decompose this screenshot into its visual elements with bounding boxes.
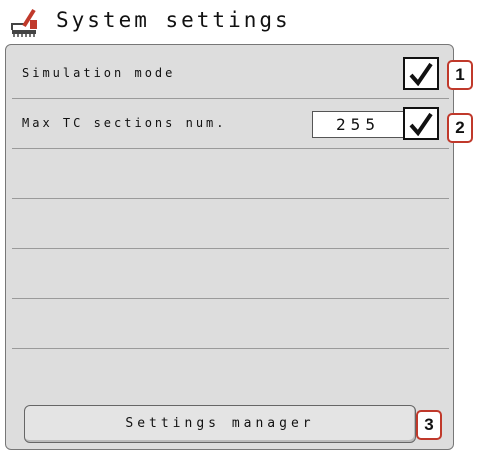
callout-2: 2 xyxy=(447,113,473,143)
max-tc-sections-checkbox[interactable] xyxy=(403,107,439,140)
callout-3: 3 xyxy=(416,410,442,440)
simulation-mode-checkbox[interactable] xyxy=(403,57,439,90)
setting-row-simulation-mode: Simulation mode xyxy=(12,49,449,99)
max-tc-sections-input[interactable]: 255 xyxy=(312,111,404,138)
callout-1: 1 xyxy=(447,60,473,90)
title-bar: System settings xyxy=(0,0,456,44)
settings-manager-button[interactable]: Settings manager xyxy=(24,405,416,443)
setting-row-max-tc-sections: Max TC sections num. 255 xyxy=(12,99,449,149)
tractor-settings-icon xyxy=(10,6,38,38)
checkmark-icon xyxy=(409,62,433,86)
empty-row xyxy=(12,249,449,299)
empty-row xyxy=(12,299,449,349)
max-tc-sections-label: Max TC sections num. xyxy=(22,116,227,130)
simulation-mode-label: Simulation mode xyxy=(22,66,176,80)
page-title: System settings xyxy=(56,8,291,32)
empty-row xyxy=(12,199,449,249)
empty-row xyxy=(12,149,449,199)
checkmark-icon xyxy=(409,112,433,136)
settings-panel: Simulation mode Max TC sections num. 255… xyxy=(5,44,454,450)
